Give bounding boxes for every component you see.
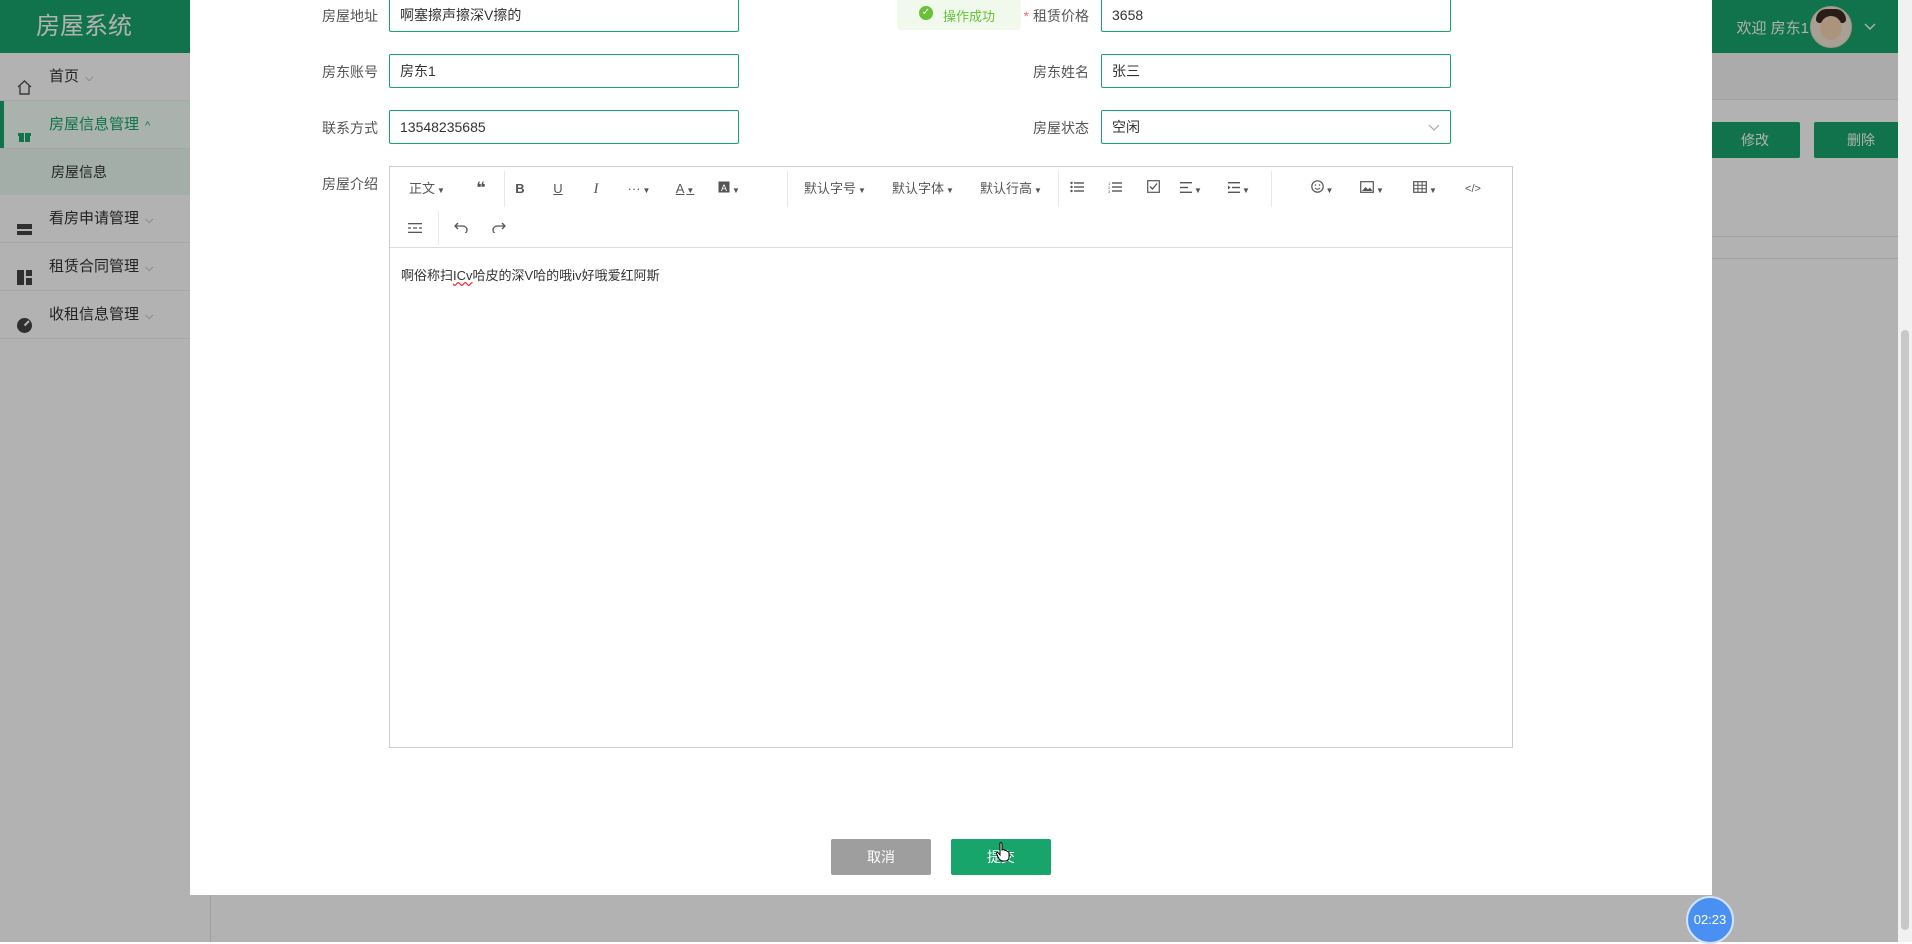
- landlord-account-input[interactable]: 房东1: [389, 54, 739, 88]
- bulleted-list-icon[interactable]: [1065, 177, 1089, 201]
- underline-icon[interactable]: U: [546, 177, 570, 201]
- check-circle-icon: ✓: [919, 6, 933, 20]
- status-label: 房屋状态: [1033, 120, 1089, 136]
- italic-icon[interactable]: I: [584, 177, 608, 201]
- indent-icon[interactable]: ▼: [1224, 177, 1254, 201]
- rich-text-editor: 正文 ▼ ❝ B U I ··· ▼ A ▼ A ▼ 默认字号 ▼ 默认字体 ▼ 默认行高 ▼…: [389, 166, 1513, 748]
- paragraph-dropdown[interactable]: 正文 ▼: [407, 177, 447, 201]
- editor-content[interactable]: 啊俗称扫ICv哈皮的深V哈的哦iv好哦爱红阿斯: [401, 265, 660, 284]
- landlord-account-label: 房东账号: [322, 64, 378, 80]
- redo-icon[interactable]: [487, 217, 511, 241]
- divider-icon[interactable]: [403, 217, 427, 241]
- scrollbar-thumb[interactable]: [1901, 330, 1909, 930]
- address-label: 房屋地址: [322, 8, 378, 24]
- code-icon[interactable]: </>: [1461, 177, 1485, 201]
- emoji-icon[interactable]: ▼: [1307, 177, 1337, 201]
- svg-text:3: 3: [1108, 189, 1111, 193]
- cancel-button[interactable]: 取消: [831, 839, 931, 875]
- font-family-dropdown[interactable]: 默认字体 ▼: [890, 177, 956, 201]
- recording-timer[interactable]: 02:23: [1686, 896, 1734, 944]
- price-input[interactable]: 3658: [1101, 0, 1451, 32]
- chevron-down-icon: [1428, 111, 1440, 143]
- quote-icon[interactable]: ❝: [469, 177, 493, 201]
- font-color-icon[interactable]: A ▼: [670, 177, 700, 201]
- page-scrollbar[interactable]: [1898, 0, 1912, 942]
- status-select[interactable]: 空闲: [1101, 110, 1451, 144]
- font-size-dropdown[interactable]: 默认字号 ▼: [802, 177, 868, 201]
- bold-icon[interactable]: B: [508, 177, 532, 201]
- contact-label: 联系方式: [322, 120, 378, 136]
- address-input[interactable]: 啊塞擦声擦深V擦的: [389, 0, 739, 32]
- pointer-cursor-icon: [995, 842, 1010, 862]
- landlord-name-label: 房东姓名: [1033, 64, 1089, 80]
- image-icon[interactable]: ▼: [1357, 177, 1387, 201]
- contact-input[interactable]: 13548235685: [389, 110, 739, 144]
- numbered-list-icon[interactable]: 123: [1103, 177, 1127, 201]
- background-color-icon[interactable]: A ▼: [714, 177, 744, 201]
- success-toast: ✓ 操作成功: [897, 0, 1021, 30]
- table-icon[interactable]: ▼: [1410, 177, 1440, 201]
- intro-label: 房屋介绍: [322, 176, 378, 192]
- todo-checkbox-icon[interactable]: [1141, 177, 1165, 201]
- align-icon[interactable]: ▼: [1176, 177, 1206, 201]
- undo-icon[interactable]: [449, 217, 473, 241]
- toast-text: 操作成功: [943, 9, 996, 24]
- svg-text:A: A: [721, 183, 727, 193]
- landlord-name-input[interactable]: 张三: [1101, 54, 1451, 88]
- more-format-dropdown[interactable]: ··· ▼: [622, 177, 656, 201]
- status-select-value: 空闲: [1112, 119, 1140, 135]
- line-height-dropdown[interactable]: 默认行高 ▼: [978, 177, 1044, 201]
- editor-toolbar: 正文 ▼ ❝ B U I ··· ▼ A ▼ A ▼ 默认字号 ▼ 默认字体 ▼ 默认行高 ▼…: [390, 167, 1512, 248]
